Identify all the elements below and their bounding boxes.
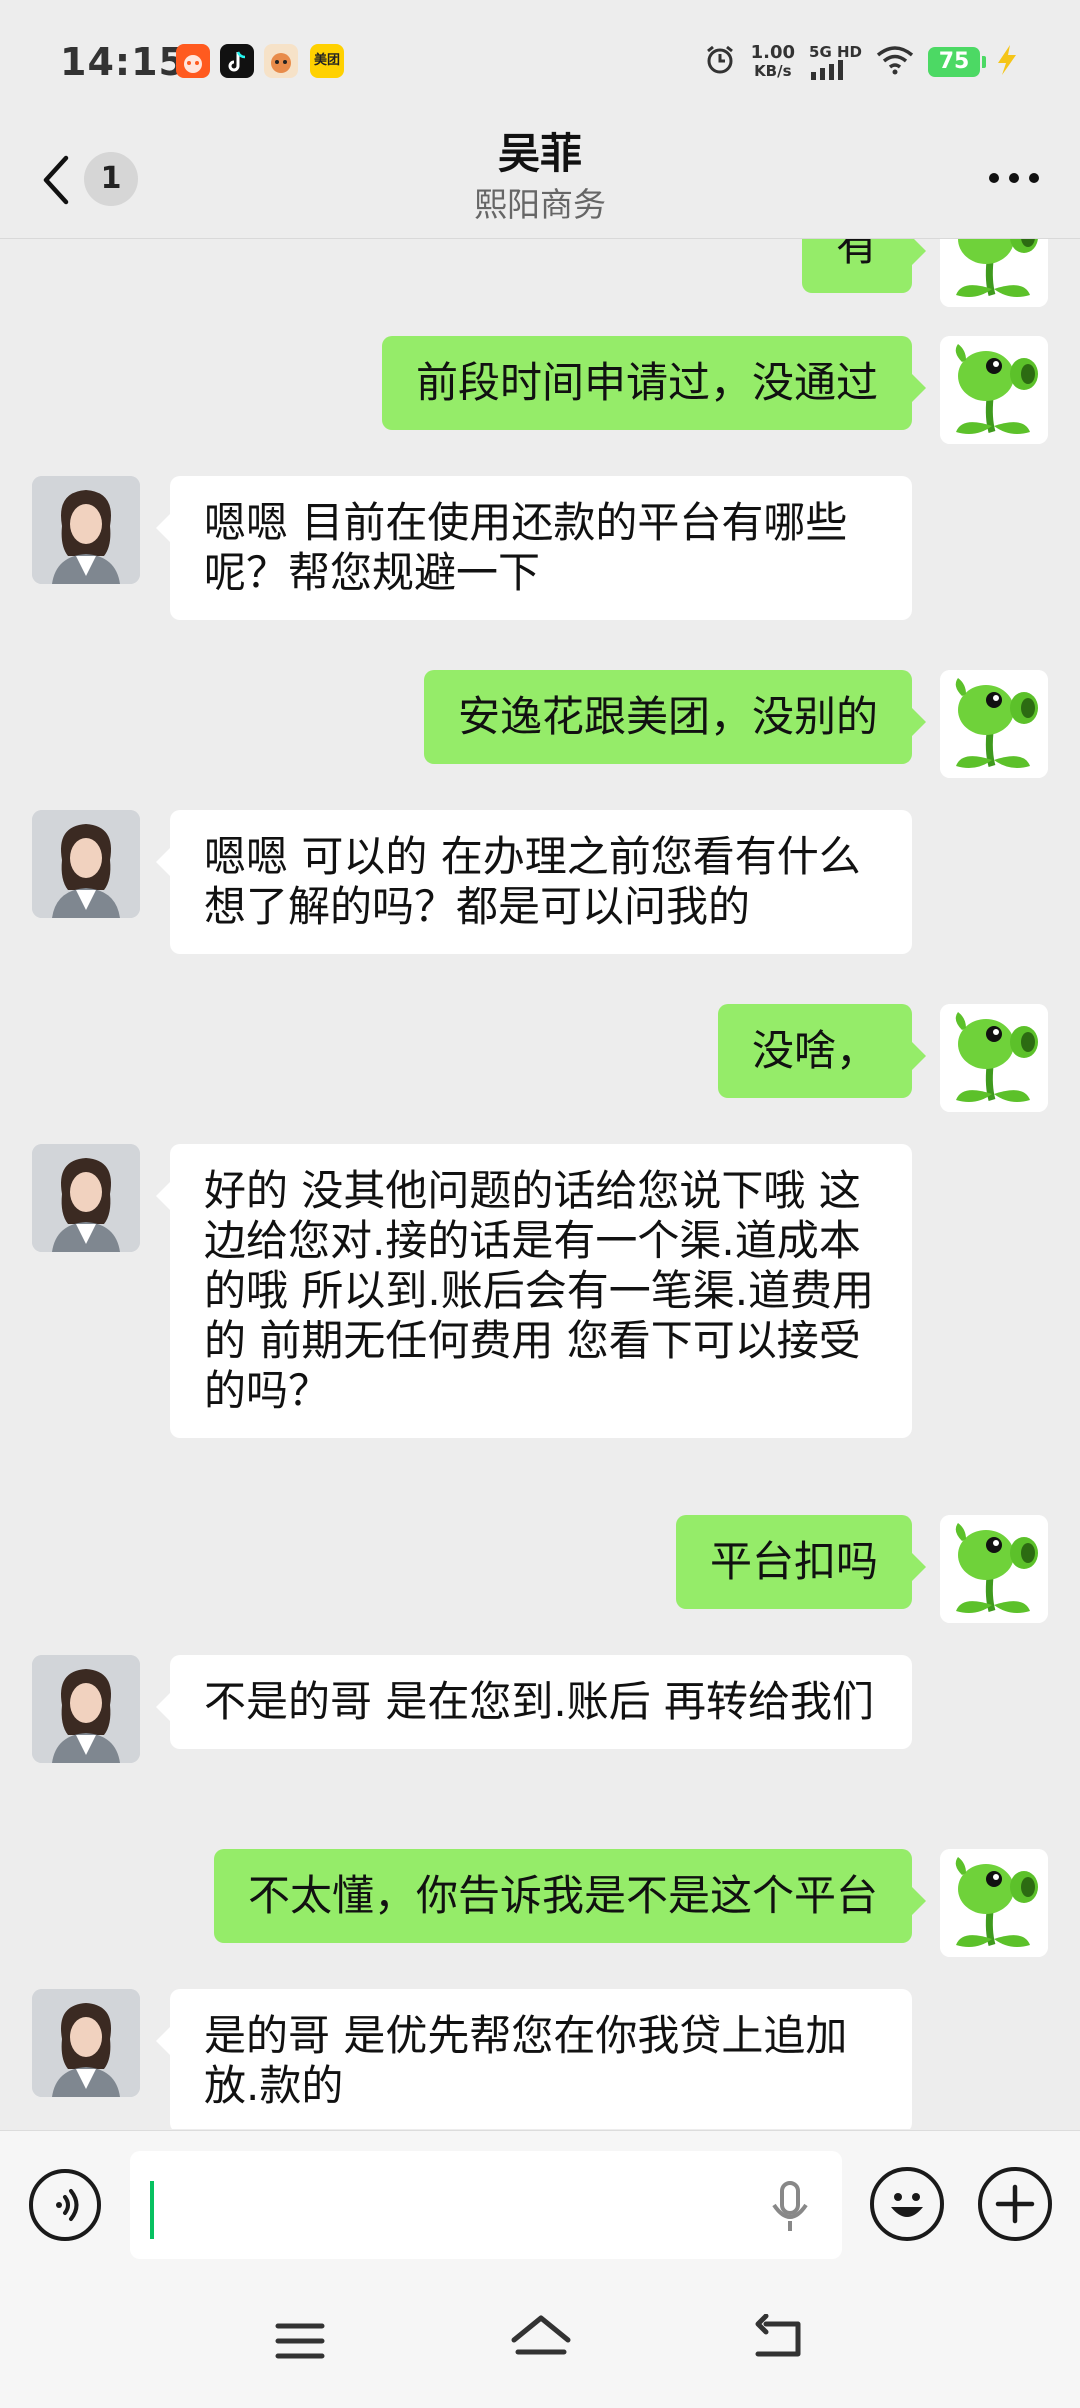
more-options-button[interactable] — [982, 150, 1046, 206]
voice-wave-icon — [56, 2189, 79, 2221]
contact-avatar[interactable] — [32, 810, 140, 918]
text-cursor — [150, 2181, 154, 2239]
message-bubble-incoming[interactable]: 好的 没其他问题的话给您说下哦 这边给您对.接的话是有一个渠.道成本的哦 所以到… — [156, 1144, 912, 1438]
home-nav-button[interactable] — [508, 2312, 574, 2370]
message-bubble-outgoing[interactable]: 有 — [801, 239, 927, 293]
battery-indicator: 75 — [928, 47, 986, 77]
taobao-icon — [176, 44, 210, 78]
user-avatar[interactable] — [940, 1849, 1048, 1957]
net-speed: 1.00 KB/s — [750, 42, 796, 81]
voice-mode-button[interactable] — [29, 2169, 101, 2241]
message-bubble-outgoing[interactable]: 平台扣吗 — [675, 1515, 927, 1609]
microphone-button[interactable] — [770, 2181, 810, 2239]
message-bubble-outgoing[interactable]: 安逸花跟美团，没别的 — [423, 670, 927, 764]
user-avatar[interactable] — [940, 336, 1048, 444]
more-dots-icon — [989, 173, 1039, 183]
system-nav-bar — [0, 2280, 1080, 2408]
menu-nav-button[interactable] — [272, 2318, 328, 2368]
user-avatar[interactable] — [940, 239, 1048, 307]
status-time: 14:15 — [60, 40, 186, 84]
message-bubble-outgoing[interactable]: 前段时间申请过，没通过 — [381, 336, 927, 430]
microphone-icon — [772, 2181, 808, 2231]
tiktok-icon — [220, 44, 254, 78]
back-arrow-icon — [755, 2313, 801, 2357]
add-attachment-button[interactable] — [978, 2167, 1052, 2241]
emoji-button[interactable] — [870, 2167, 944, 2241]
message-list[interactable]: 有 前段时间申请过，没通过 嗯嗯 目前在使用还款的平台有哪些呢？帮您规避一下 安… — [0, 239, 1080, 2129]
signal-indicator: 5G HD — [809, 44, 862, 80]
message-bubble-incoming[interactable]: 嗯嗯 目前在使用还款的平台有哪些呢？帮您规避一下 — [156, 476, 912, 620]
chat-title: 吴菲 — [497, 129, 582, 178]
input-bar — [0, 2130, 1080, 2281]
alarm-icon — [703, 43, 737, 81]
message-input[interactable] — [130, 2151, 842, 2259]
contact-avatar[interactable] — [32, 1989, 140, 2097]
chat-subtitle: 熙阳商务 — [474, 185, 606, 224]
menu-icon — [275, 2323, 325, 2359]
contact-avatar[interactable] — [32, 476, 140, 584]
wifi-icon — [876, 45, 914, 79]
plus-icon — [995, 2184, 1035, 2224]
contact-avatar[interactable] — [32, 1655, 140, 1763]
message-bubble-incoming[interactable]: 不是的哥 是在您到.账后 再转给我们 — [156, 1655, 912, 1749]
user-avatar[interactable] — [940, 1515, 1048, 1623]
user-avatar[interactable] — [940, 1004, 1048, 1112]
cell-signal-icon — [811, 60, 844, 80]
chat-header: 1 吴菲 熙阳商务 — [0, 120, 1080, 239]
emoji-icon — [891, 2193, 923, 2217]
meituan-icon: 美团 — [310, 44, 344, 78]
status-bar: 14:15 美团 1.00 KB/s 5G HD 75 — [0, 0, 1080, 120]
message-bubble-incoming[interactable]: 是的哥 是优先帮您在你我贷上追加放.款的 — [156, 1989, 912, 2129]
fox-app-icon — [264, 44, 298, 78]
message-bubble-outgoing[interactable]: 不太懂，你告诉我是不是这个平台 — [213, 1849, 927, 1943]
home-icon — [511, 2315, 571, 2355]
message-bubble-incoming[interactable]: 嗯嗯 可以的 在办理之前您看有什么想了解的吗？都是可以问我的 — [156, 810, 912, 954]
charging-icon — [994, 43, 1020, 81]
user-avatar[interactable] — [940, 670, 1048, 778]
contact-avatar[interactable] — [32, 1144, 140, 1252]
back-nav-button[interactable] — [752, 2313, 808, 2368]
message-bubble-outgoing[interactable]: 没啥， — [717, 1004, 927, 1098]
